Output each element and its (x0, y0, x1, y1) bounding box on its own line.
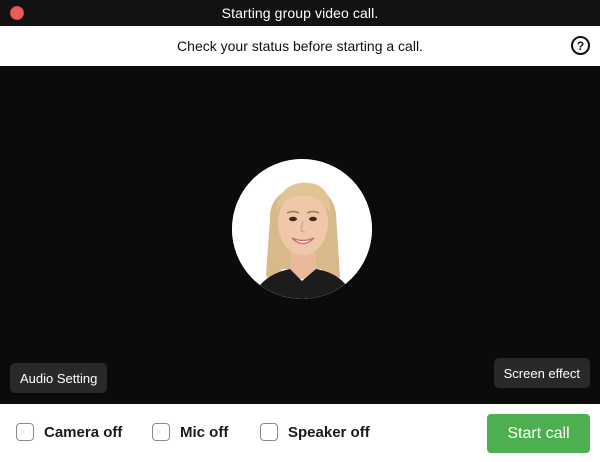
video-call-window: Starting group video call. Check your st… (0, 0, 600, 462)
close-window-button[interactable] (10, 6, 24, 20)
camera-off-checkbox[interactable] (16, 423, 34, 441)
window-title: Starting group video call. (221, 5, 379, 21)
video-preview: Audio Setting Screen effect (0, 66, 600, 404)
status-message: Check your status before starting a call… (177, 38, 423, 54)
start-call-button[interactable]: Start call (487, 414, 590, 453)
avatar-photo-icon (232, 159, 372, 299)
status-bar: Check your status before starting a call… (0, 26, 600, 66)
call-options-bar: Camera off Mic off Speaker off Start cal… (0, 404, 600, 462)
help-icon[interactable]: ? (571, 36, 590, 55)
avatar (232, 159, 372, 299)
title-bar: Starting group video call. (0, 0, 600, 26)
mic-off-label: Mic off (180, 423, 229, 441)
speaker-off-checkbox[interactable] (260, 423, 278, 441)
camera-off-label: Camera off (44, 423, 123, 441)
mic-off-option[interactable]: Mic off (152, 423, 228, 441)
speaker-off-label: Speaker off (288, 423, 370, 441)
mic-off-checkbox[interactable] (152, 423, 170, 441)
audio-setting-button[interactable]: Audio Setting (10, 363, 108, 393)
screen-effect-button[interactable]: Screen effect (493, 358, 590, 388)
speaker-off-option[interactable]: Speaker off (260, 423, 370, 441)
camera-off-option[interactable]: Camera off (16, 423, 122, 441)
